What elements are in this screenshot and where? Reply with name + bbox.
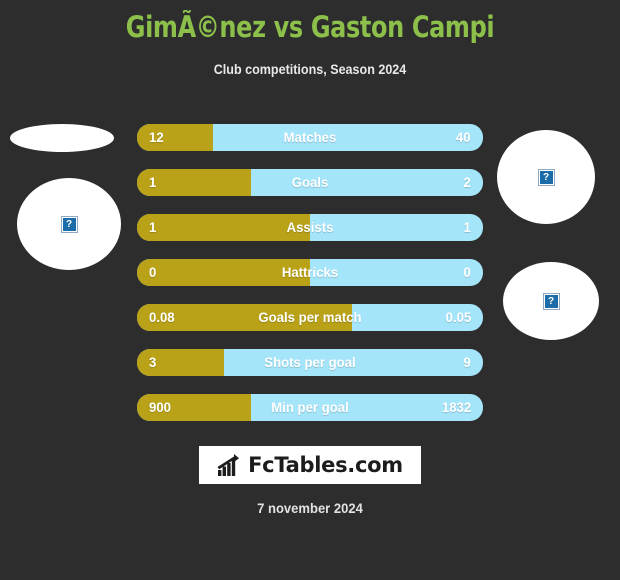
page-title: GimÃ©nez vs Gaston Campi [125,10,495,44]
stat-bar-row: 1 Goals 2 [137,169,483,196]
broken-image-glyph: ? [544,294,558,308]
stat-bars-list: 12 Matches 40 1 Goals 2 1 Assists 1 0 Hattricks 0 0.… [137,124,483,439]
stat-bar-row: 3 Shots per goal 9 [137,349,483,376]
stat-away-value: 40 [456,129,471,145]
broken-image-icon: ? [542,292,560,310]
stat-label: Assists [286,219,334,235]
stat-away-value: 1832 [441,399,471,415]
stat-label: Goals [291,174,329,190]
player-photo-left-top [10,124,114,152]
stat-comparison-card: GimÃ©nez vs Gaston Campi Club competitio… [0,0,620,580]
stat-away-value: 0.05 [445,309,471,325]
stat-label: Hattricks [281,264,339,280]
stat-away-value: 9 [463,354,471,370]
stat-away-value: 1 [463,219,471,235]
stat-label: Goals per match [258,309,362,325]
stat-bar-row: 0 Hattricks 0 [137,259,483,286]
stat-bar-row: 12 Matches 40 [137,124,483,151]
footer-date: 7 november 2024 [257,500,363,516]
broken-image-icon: ? [60,215,78,233]
broken-image-icon: ? [537,168,555,186]
stat-bar-row: 0.08 Goals per match 0.05 [137,304,483,331]
stat-label: Min per goal [271,399,349,415]
page-subtitle: Club competitions, Season 2024 [213,62,407,77]
stat-away-value: 2 [463,174,471,190]
player-photo-left-bottom: ? [17,178,121,270]
stat-label: Shots per goal [264,354,356,370]
stat-bar-row: 900 Min per goal 1832 [137,394,483,421]
stat-label: Matches [283,129,337,145]
bar-chart-growth-icon [217,453,240,476]
stat-bar-row: 1 Assists 1 [137,214,483,241]
player-photo-right-top: ? [497,130,595,224]
broken-image-glyph: ? [62,217,76,231]
stat-away-value: 0 [463,264,471,280]
fctables-logo[interactable]: FcTables.com [199,446,421,484]
logo-text: FcTables.com [248,453,403,477]
player-photo-right-bottom: ? [503,262,599,340]
broken-image-glyph: ? [539,170,553,184]
